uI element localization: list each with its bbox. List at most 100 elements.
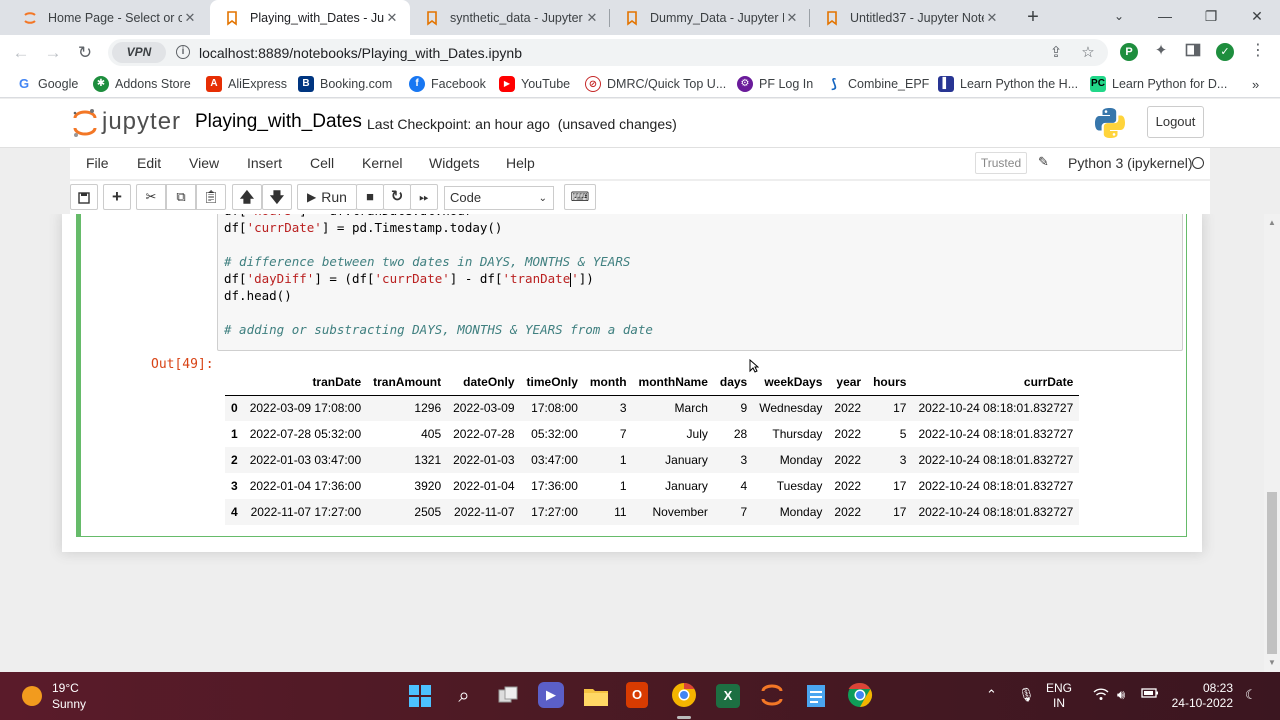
show-hidden-icons-icon[interactable]: ⌃ (986, 687, 997, 703)
code-line[interactable] (224, 304, 653, 321)
scrollbar-thumb[interactable] (1267, 492, 1277, 654)
tab-search-icon[interactable]: ⌄ (1096, 0, 1142, 35)
cell-type-select[interactable]: Code ⌄ (444, 186, 554, 210)
jupyter-logo[interactable]: jupyter (72, 107, 202, 139)
restart-run-all-icon[interactable]: ⏩︎ (410, 184, 438, 210)
code-line[interactable] (224, 236, 653, 253)
copy-icon[interactable]: ⧉ (166, 184, 196, 210)
chrome-icon[interactable] (846, 682, 874, 710)
menu-kebab-icon[interactable]: ⋮ (1248, 41, 1268, 61)
back-icon[interactable]: ← (8, 40, 34, 66)
browser-tab[interactable]: Untitled37 - Jupyter Notebook ✕ (810, 0, 1010, 35)
bookmark-dmrc[interactable]: ⊘ DMRC/Quick Top U... (585, 75, 726, 93)
browser-tab[interactable]: Dummy_Data - Jupyter Notebook ✕ (610, 0, 810, 35)
system-clock[interactable]: 08:23 24-10-2022 (1171, 681, 1233, 711)
extension-p-icon[interactable]: P (1120, 43, 1138, 61)
code-cell-selected[interactable]: df['hours'] = df.tranDate.dt.hourdf['cur… (76, 214, 1187, 537)
keyboard-shortcuts-icon[interactable]: ⌨ (564, 184, 596, 210)
minimize-button[interactable]: — (1142, 0, 1188, 35)
code-line[interactable]: df['currDate'] = pd.Timestamp.today() (224, 219, 653, 236)
office-icon[interactable]: O (626, 682, 648, 708)
bookmark-pf-log-in[interactable]: ⚙ PF Log In (737, 75, 813, 93)
input-language[interactable]: ENG IN (1046, 681, 1072, 711)
code-text[interactable]: df['hours'] = df.tranDate.dt.hourdf['cur… (224, 214, 653, 338)
bookmark-addons-store[interactable]: ✱ Addons Store (93, 75, 191, 93)
weather-temperature[interactable]: 19°C (52, 681, 79, 695)
menu-widgets[interactable]: Widgets (429, 155, 480, 171)
bookmark-learn-python-hard[interactable]: ▌ Learn Python the H... (938, 75, 1078, 93)
bookmark-star-icon[interactable]: ☆ (1078, 43, 1098, 63)
move-up-icon[interactable]: 🡅︎ (232, 184, 262, 210)
browser-tab-active[interactable]: Playing_with_Dates - Jupyter Notebook ✕ (210, 0, 410, 35)
battery-icon[interactable] (1141, 687, 1159, 702)
menu-view[interactable]: View (189, 155, 219, 171)
close-window-button[interactable]: ✕ (1234, 0, 1280, 35)
site-info-icon[interactable]: i (176, 45, 190, 59)
interrupt-kernel-icon[interactable]: ■ (356, 184, 384, 210)
paste-icon[interactable]: 📋︎ (196, 184, 226, 210)
close-tab-icon[interactable]: ✕ (784, 10, 800, 26)
extensions-puzzle-icon[interactable]: ✦ (1151, 41, 1171, 61)
address-bar[interactable]: VPN i localhost:8889/notebooks/Playing_w… (108, 39, 1108, 66)
bookmark-learn-python-data[interactable]: PC Learn Python for D... (1090, 75, 1227, 93)
close-tab-icon[interactable]: ✕ (384, 10, 400, 26)
weather-condition[interactable]: Sunny (52, 697, 86, 711)
bookmark-youtube[interactable]: ▶ YouTube (499, 75, 570, 93)
task-view-icon[interactable] (494, 682, 522, 710)
vpn-badge[interactable]: VPN (112, 42, 166, 63)
menu-insert[interactable]: Insert (247, 155, 282, 171)
bookmark-google[interactable]: G Google (16, 75, 78, 93)
volume-icon[interactable]: 🔊︎ (1117, 687, 1125, 703)
trusted-indicator[interactable]: Trusted (975, 152, 1027, 174)
reload-icon[interactable]: ↻ (72, 40, 98, 66)
save-icon[interactable] (70, 184, 98, 210)
bookmark-facebook[interactable]: f Facebook (409, 75, 486, 93)
menu-edit[interactable]: Edit (137, 155, 161, 171)
bookmark-aliexpress[interactable]: A AliExpress (206, 75, 287, 93)
bookmark-combine-epf[interactable]: ⟆ Combine_EPF (826, 75, 929, 93)
move-down-icon[interactable]: 🡇︎ (262, 184, 292, 210)
code-line[interactable]: # adding or substracting DAYS, MONTHS & … (224, 321, 653, 338)
sunny-weather-icon[interactable] (22, 686, 42, 706)
shield-check-icon[interactable]: ✓ (1216, 43, 1234, 61)
logout-button[interactable]: Logout (1147, 106, 1204, 138)
excel-icon[interactable]: X (716, 684, 740, 708)
menu-file[interactable]: File (86, 155, 109, 171)
run-button[interactable]: ▶ Run (297, 184, 357, 210)
forward-icon[interactable]: → (40, 40, 66, 66)
chrome-canary-icon[interactable] (670, 682, 698, 710)
url-text[interactable]: localhost:8889/notebooks/Playing_with_Da… (199, 45, 522, 61)
share-icon[interactable]: ⇪ (1046, 43, 1066, 63)
code-line[interactable]: # difference between two dates in DAYS, … (224, 253, 653, 270)
browser-tab[interactable]: Home Page - Select or create a notebook … (8, 0, 208, 35)
jupyter-taskbar-icon[interactable] (758, 682, 786, 710)
code-editor[interactable]: df['hours'] = df.tranDate.dt.hourdf['cur… (217, 214, 1183, 351)
code-line[interactable]: df.head() (224, 287, 653, 304)
windows-start-icon[interactable] (406, 682, 434, 710)
wifi-icon[interactable] (1093, 687, 1109, 704)
notebook-name[interactable]: Playing_with_Dates (195, 111, 362, 133)
browser-tab[interactable]: synthetic_data - Jupyter Notebook ✕ (410, 0, 610, 35)
restart-kernel-icon[interactable]: ↻ (383, 184, 411, 210)
file-explorer-icon[interactable] (582, 682, 610, 710)
page-scrollbar[interactable]: ▲ ▼ (1264, 214, 1280, 672)
notifications-icon[interactable]: ☾ (1245, 687, 1257, 703)
kernel-name[interactable]: Python 3 (ipykernel) (1068, 155, 1193, 171)
new-tab-button[interactable]: + (1022, 6, 1044, 28)
search-icon[interactable]: ⌕ (450, 682, 478, 710)
menu-help[interactable]: Help (506, 155, 535, 171)
notepad-icon[interactable] (802, 682, 830, 710)
side-panel-icon[interactable] (1183, 42, 1203, 62)
close-tab-icon[interactable]: ✕ (182, 10, 198, 26)
teams-chat-icon[interactable]: ▶ (538, 682, 564, 708)
close-tab-icon[interactable]: ✕ (584, 10, 600, 26)
restore-button[interactable]: ❐ (1188, 0, 1234, 35)
menu-cell[interactable]: Cell (310, 155, 334, 171)
scroll-up-icon[interactable]: ▲ (1264, 216, 1280, 230)
cut-icon[interactable]: ✂ (136, 184, 166, 210)
menu-kernel[interactable]: Kernel (362, 155, 402, 171)
insert-cell-icon[interactable]: + (103, 184, 131, 210)
more-bookmarks-icon[interactable]: » (1252, 75, 1259, 93)
close-tab-icon[interactable]: ✕ (984, 10, 1000, 26)
code-line[interactable]: df['dayDiff'] = (df['currDate'] - df['tr… (224, 270, 653, 287)
